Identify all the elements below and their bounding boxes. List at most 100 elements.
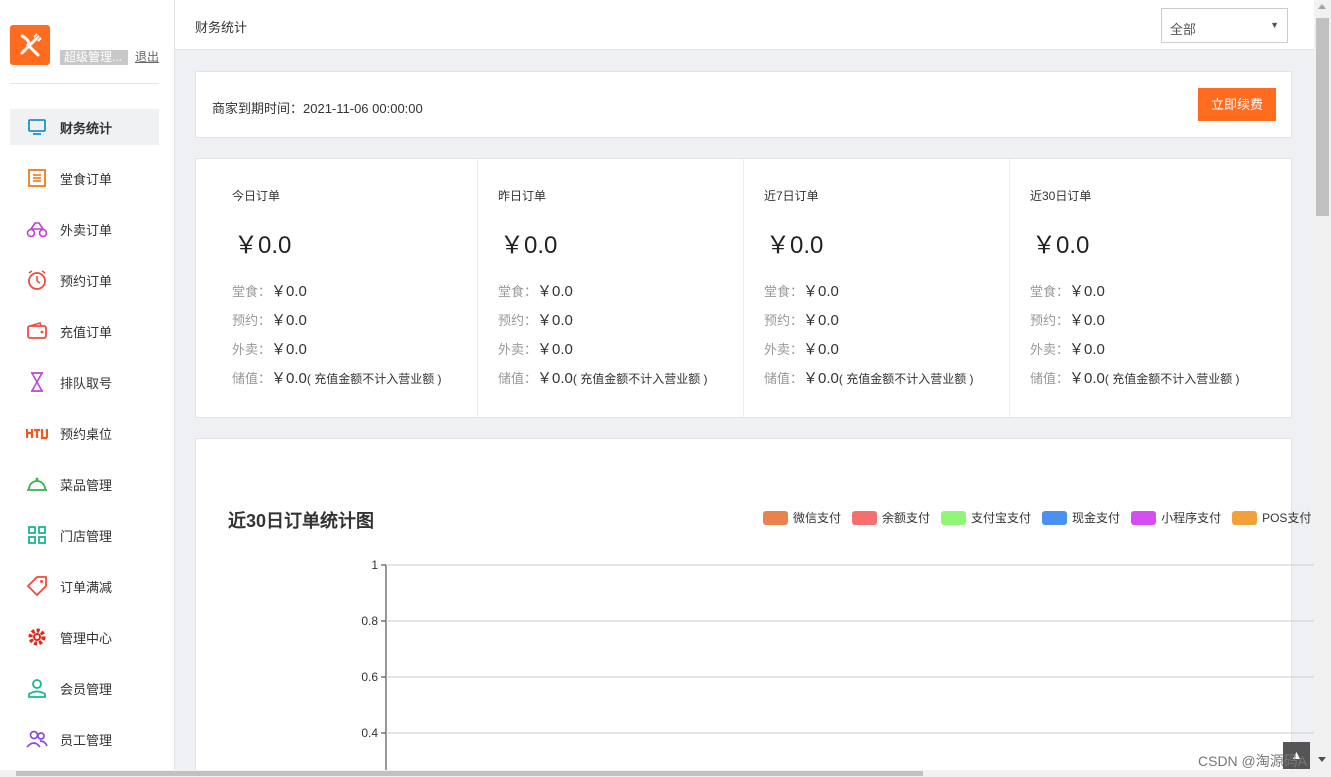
sidebar-item-admin-center[interactable]: 管理中心 bbox=[10, 619, 159, 655]
legend-item[interactable]: POS支付 bbox=[1232, 509, 1311, 526]
logo bbox=[10, 25, 50, 65]
sidebar-item-dishes[interactable]: 菜品管理 bbox=[10, 466, 159, 502]
stat-value: ￥0.0 bbox=[537, 283, 573, 300]
stat-title: 昨日订单 bbox=[498, 189, 547, 203]
sidebar-item-staff[interactable]: 员工管理 bbox=[10, 721, 159, 757]
sidebar-item-label: 管理中心 bbox=[60, 630, 113, 646]
sidebar-item-label: 财务统计 bbox=[60, 120, 113, 136]
stat-title: 近7日订单 bbox=[764, 189, 819, 203]
sidebar-item-dine-in-orders[interactable]: 堂食订单 bbox=[10, 160, 159, 196]
users-icon bbox=[26, 728, 48, 750]
sidebar-item-stores[interactable]: 门店管理 bbox=[10, 517, 159, 553]
sidebar-item-finance[interactable]: 财务统计 bbox=[10, 109, 159, 145]
y-tick-label: 0.4 bbox=[361, 726, 378, 740]
chart-plot: 1 0.8 0.6 0.4 bbox=[361, 558, 1314, 777]
page-title: 财务统计 bbox=[195, 20, 248, 35]
stat-value: ￥0.0 bbox=[1069, 341, 1105, 358]
sidebar-item-label: 排队取号 bbox=[60, 375, 113, 391]
stat-note: ( 充值金额不计入营业额 ) bbox=[838, 372, 974, 386]
stat-stored: 储值：￥0.0( 充值金额不计入营业额 ) bbox=[498, 367, 708, 388]
chart-legend: 微信支付 余额支付 支付宝支付 现金支付 小程序支付 POS支付 bbox=[763, 509, 1322, 526]
stat-note: ( 充值金额不计入营业额 ) bbox=[306, 372, 442, 386]
stat-stored: 储值：￥0.0( 充值金额不计入营业额 ) bbox=[232, 367, 442, 388]
stat-title: 今日订单 bbox=[232, 189, 281, 203]
legend-swatch bbox=[941, 510, 967, 525]
scooter-icon bbox=[26, 218, 48, 240]
stat-total: ￥0.0 bbox=[500, 232, 558, 259]
sidebar-item-queue[interactable]: 排队取号 bbox=[10, 364, 159, 400]
sidebar-item-label: 堂食订单 bbox=[60, 171, 113, 187]
scroll-up-icon[interactable] bbox=[1318, 4, 1326, 9]
legend-item[interactable]: 支付宝支付 bbox=[941, 509, 1031, 526]
admin-name: 超级管理... bbox=[60, 50, 128, 65]
grid-icon bbox=[26, 524, 48, 546]
sidebar-item-reservation-orders[interactable]: 预约订单 bbox=[10, 262, 159, 298]
stat-yesterday: 昨日订单 ￥0.0 堂食：￥0.0 预约：￥0.0 外卖：￥0.0 储值：￥0.… bbox=[477, 159, 743, 417]
stat-30days: 近30日订单 ￥0.0 堂食：￥0.0 预约：￥0.0 外卖：￥0.0 储值：￥… bbox=[1009, 159, 1275, 417]
stat-takeout: 外卖：￥0.0 bbox=[498, 338, 573, 359]
sidebar-item-recharge-orders[interactable]: 充值订单 bbox=[10, 313, 159, 349]
sidebar-divider bbox=[10, 83, 159, 84]
store-select-value: 全部 bbox=[1170, 22, 1197, 37]
legend-item[interactable]: 现金支付 bbox=[1042, 509, 1120, 526]
logout-link[interactable]: 退出 bbox=[135, 50, 159, 65]
stat-stored: 储值：￥0.0( 充值金额不计入营业额 ) bbox=[1030, 367, 1240, 388]
list-icon bbox=[26, 167, 48, 189]
y-tick-label: 0.8 bbox=[361, 614, 378, 628]
stat-value: ￥0.0 bbox=[537, 341, 573, 358]
hourglass-icon bbox=[26, 371, 48, 393]
legend-swatch bbox=[1131, 510, 1157, 525]
sidebar-item-members[interactable]: 会员管理 bbox=[10, 670, 159, 706]
stat-label: 外卖： bbox=[1030, 342, 1070, 357]
top-bar: 财务统计 全部 ▼ bbox=[175, 0, 1314, 50]
chart-title: 近30日订单统计图 bbox=[228, 511, 375, 531]
sidebar-item-label: 预约订单 bbox=[60, 273, 113, 289]
monitor-icon bbox=[26, 116, 48, 138]
stat-total: ￥0.0 bbox=[1032, 232, 1090, 259]
legend-label: POS支付 bbox=[1262, 511, 1312, 525]
vertical-scrollbar[interactable] bbox=[1314, 0, 1331, 777]
legend-item[interactable]: 微信支付 bbox=[763, 509, 841, 526]
stat-value: ￥0.0 bbox=[271, 312, 307, 329]
stat-total: ￥0.0 bbox=[766, 232, 824, 259]
stat-reserve: 预约：￥0.0 bbox=[232, 309, 307, 330]
store-select[interactable]: 全部 ▼ bbox=[1161, 8, 1288, 43]
expire-card: 商家到期时间：2021-11-06 00:00:00 立即续费 bbox=[195, 71, 1292, 138]
renew-button[interactable]: 立即续费 bbox=[1198, 88, 1276, 121]
stat-label: 储值： bbox=[764, 371, 804, 386]
stat-value: ￥0.0 bbox=[537, 370, 573, 387]
stat-value: ￥0.0 bbox=[271, 341, 307, 358]
fork-knife-icon bbox=[20, 33, 42, 57]
scrollbar-thumb[interactable] bbox=[16, 771, 923, 776]
stat-value: ￥0.0 bbox=[537, 312, 573, 329]
horizontal-scrollbar[interactable] bbox=[0, 770, 1314, 777]
scrollbar-thumb[interactable] bbox=[1316, 18, 1329, 216]
legend-label: 余额支付 bbox=[882, 511, 931, 525]
table-icon bbox=[26, 422, 48, 444]
stat-total: ￥0.0 bbox=[234, 232, 292, 259]
stat-value: ￥0.0 bbox=[803, 283, 839, 300]
sidebar-item-table-booking[interactable]: 预约桌位 bbox=[10, 415, 159, 451]
wallet-icon bbox=[26, 320, 48, 342]
stat-label: 外卖： bbox=[498, 342, 538, 357]
sidebar-item-label: 会员管理 bbox=[60, 681, 113, 697]
legend-swatch bbox=[852, 510, 878, 525]
sidebar-item-label: 订单满减 bbox=[60, 579, 113, 595]
stat-dine-in: 堂食：￥0.0 bbox=[764, 280, 839, 301]
sidebar-item-takeout-orders[interactable]: 外卖订单 bbox=[10, 211, 159, 247]
stat-label: 堂食： bbox=[764, 284, 804, 299]
legend-item[interactable]: 余额支付 bbox=[852, 509, 930, 526]
stat-takeout: 外卖：￥0.0 bbox=[1030, 338, 1105, 359]
stat-value: ￥0.0 bbox=[271, 370, 307, 387]
legend-item[interactable]: 小程序支付 bbox=[1131, 509, 1221, 526]
chart-card: 近30日订单统计图 微信支付 余额支付 支付宝支付 现金支付 小程序支付 POS支付 1 0… bbox=[195, 438, 1314, 777]
stat-label: 预约： bbox=[498, 313, 538, 328]
sidebar-item-discounts[interactable]: 订单满减 bbox=[10, 568, 159, 604]
stat-value: ￥0.0 bbox=[1069, 283, 1105, 300]
user-icon bbox=[26, 677, 48, 699]
stat-label: 储值： bbox=[1030, 371, 1070, 386]
stat-takeout: 外卖：￥0.0 bbox=[232, 338, 307, 359]
stat-label: 堂食： bbox=[498, 284, 538, 299]
scroll-down-icon[interactable] bbox=[1318, 757, 1326, 762]
sidebar-nav: 财务统计 堂食订单 外卖订单 预约订单 充值订单 排队取号 预约桌位 菜品管理 … bbox=[10, 109, 159, 772]
